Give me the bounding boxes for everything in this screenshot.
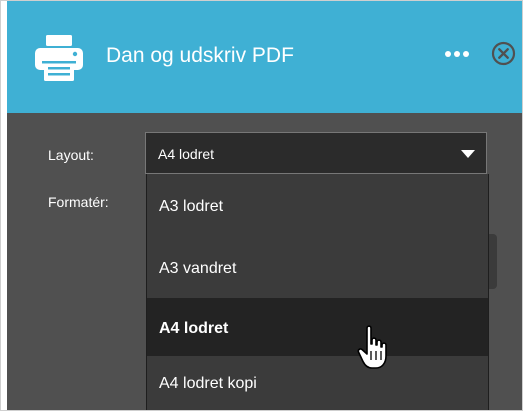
layout-options-list: A3 lodret A3 vandret A4 lodret A4 lodret… [146,174,489,410]
print-pdf-dialog: Dan og udskriv PDF Layout: Formatér: A4 … [0,0,523,411]
dialog-header: Dan og udskriv PDF [1,1,522,113]
layout-option-a3-vandret[interactable]: A3 vandret [147,239,488,297]
layout-select[interactable]: A4 lodret [145,132,487,174]
layout-option-a3-lodret[interactable]: A3 lodret [147,177,488,235]
layout-label: Layout: [48,147,94,163]
layout-option-a4-lodret-selected[interactable]: A4 lodret [147,298,488,356]
layout-option-label: A3 vandret [159,260,237,277]
caret-down-icon[interactable] [461,150,475,158]
layout-option-label: A3 lodret [159,198,224,215]
close-icon[interactable] [491,41,516,66]
dialog-title: Dan og udskriv PDF [106,44,294,67]
layout-select-value: A4 lodret [158,146,215,162]
dialog-header-bar: Dan og udskriv PDF [7,1,522,113]
hand-cursor-icon [357,325,387,369]
format-label: Formatér: [48,194,109,210]
layout-option-label: A4 lodret [159,320,229,337]
print-icon [35,35,83,81]
more-icon[interactable] [444,50,470,58]
layout-option-a4-lodret-kopi[interactable]: A4 lodret kopi [147,354,488,410]
layout-option-label: A4 lodret kopi [159,375,257,392]
